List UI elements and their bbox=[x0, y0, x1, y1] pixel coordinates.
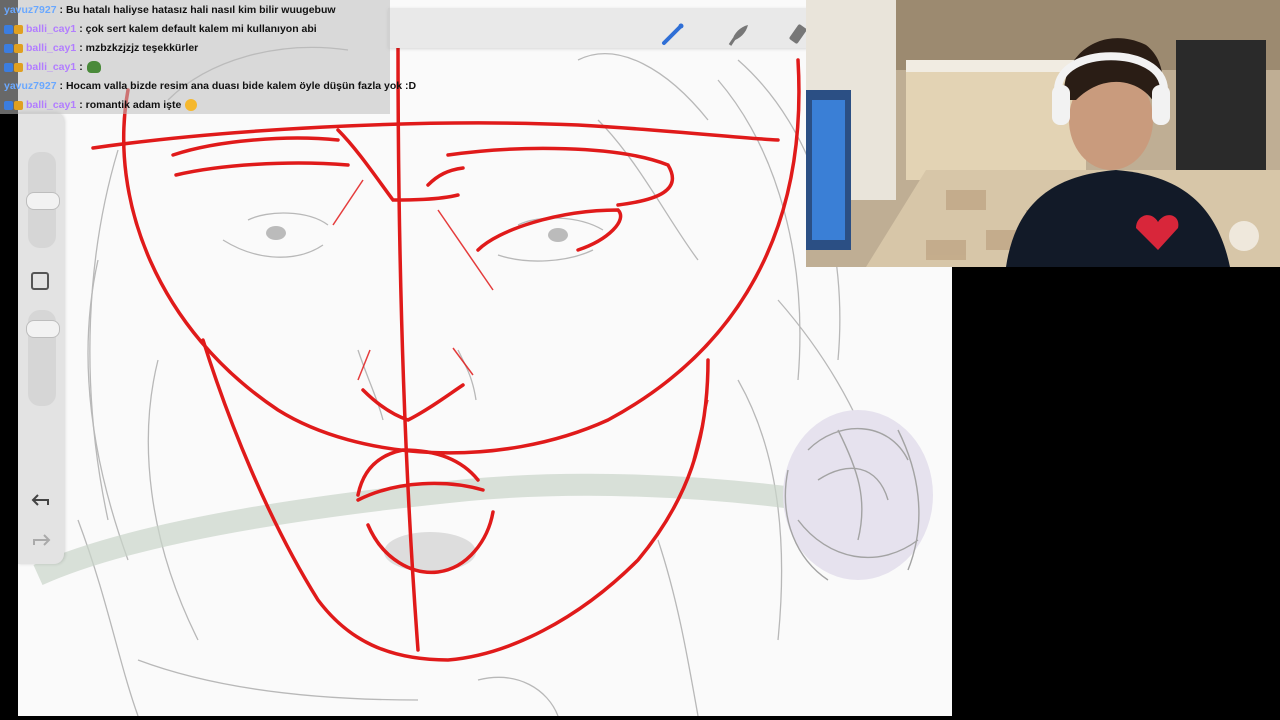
pepe-emote bbox=[86, 61, 101, 73]
chat-text: : çok sert kalem default kalem mi kullan… bbox=[79, 23, 317, 35]
heart-eyes-emote bbox=[185, 99, 198, 111]
chat-badges bbox=[4, 100, 23, 110]
chat-text: : Hocam valla bizde resim ana duası bide… bbox=[59, 80, 417, 92]
tool-sidebar bbox=[18, 112, 64, 564]
chat-text: : Bu hatalı haliyse hatasız hali nasıl k… bbox=[59, 4, 336, 16]
chat-username: balli_cay1 bbox=[26, 23, 77, 35]
chat-overlay: yavuz7927 : Bu hatalı haliyse hatasız ha… bbox=[0, 0, 416, 114]
chat-message: yavuz7927 : Bu hatalı haliyse hatasız ha… bbox=[4, 1, 336, 19]
chat-username: yavuz7927 bbox=[4, 80, 57, 92]
opacity-slider[interactable] bbox=[26, 310, 60, 406]
chat-text: : mzbzkzjzjz teşekkürler bbox=[79, 42, 199, 54]
chat-badges bbox=[4, 24, 23, 34]
chat-username: balli_cay1 bbox=[26, 61, 77, 73]
chat-text: : romantik adam işte bbox=[79, 99, 182, 111]
brush-toolbar bbox=[388, 8, 808, 48]
webcam-scene bbox=[806, 0, 1280, 267]
rose-sketch bbox=[783, 410, 933, 581]
badge-icon bbox=[14, 43, 23, 53]
webcam-feed bbox=[806, 0, 1280, 267]
badge-icon bbox=[4, 100, 13, 110]
badge-icon bbox=[4, 62, 13, 72]
empty-panel bbox=[952, 267, 1280, 720]
brush-icon[interactable] bbox=[658, 20, 688, 48]
chat-username: balli_cay1 bbox=[26, 42, 77, 54]
chat-badges bbox=[4, 43, 23, 53]
chat-message: balli_cay1 : mzbzkzjzjz teşekkürler bbox=[4, 39, 198, 57]
smudge-icon[interactable] bbox=[724, 20, 754, 48]
chat-message: balli_cay1 : çok sert kalem default kale… bbox=[4, 20, 317, 38]
chat-badges bbox=[4, 62, 23, 72]
chat-username: yavuz7927 bbox=[4, 4, 57, 16]
chat-username: balli_cay1 bbox=[26, 99, 77, 111]
badge-icon bbox=[14, 100, 23, 110]
brush-size-slider[interactable] bbox=[26, 152, 60, 248]
color-square-icon[interactable] bbox=[31, 272, 49, 290]
brush-size-knob[interactable] bbox=[26, 192, 60, 210]
badge-icon bbox=[14, 62, 23, 72]
badge-icon bbox=[4, 43, 13, 53]
chat-text: : bbox=[79, 61, 83, 73]
badge-icon bbox=[14, 24, 23, 34]
undo-icon[interactable] bbox=[30, 492, 52, 515]
opacity-knob[interactable] bbox=[26, 320, 60, 338]
chat-message: balli_cay1 : romantik adam işte bbox=[4, 96, 198, 114]
redo-icon[interactable] bbox=[30, 532, 52, 555]
chat-message: yavuz7927 : Hocam valla bizde resim ana … bbox=[4, 77, 416, 95]
chat-message: balli_cay1 : bbox=[4, 58, 101, 76]
badge-icon bbox=[4, 24, 13, 34]
